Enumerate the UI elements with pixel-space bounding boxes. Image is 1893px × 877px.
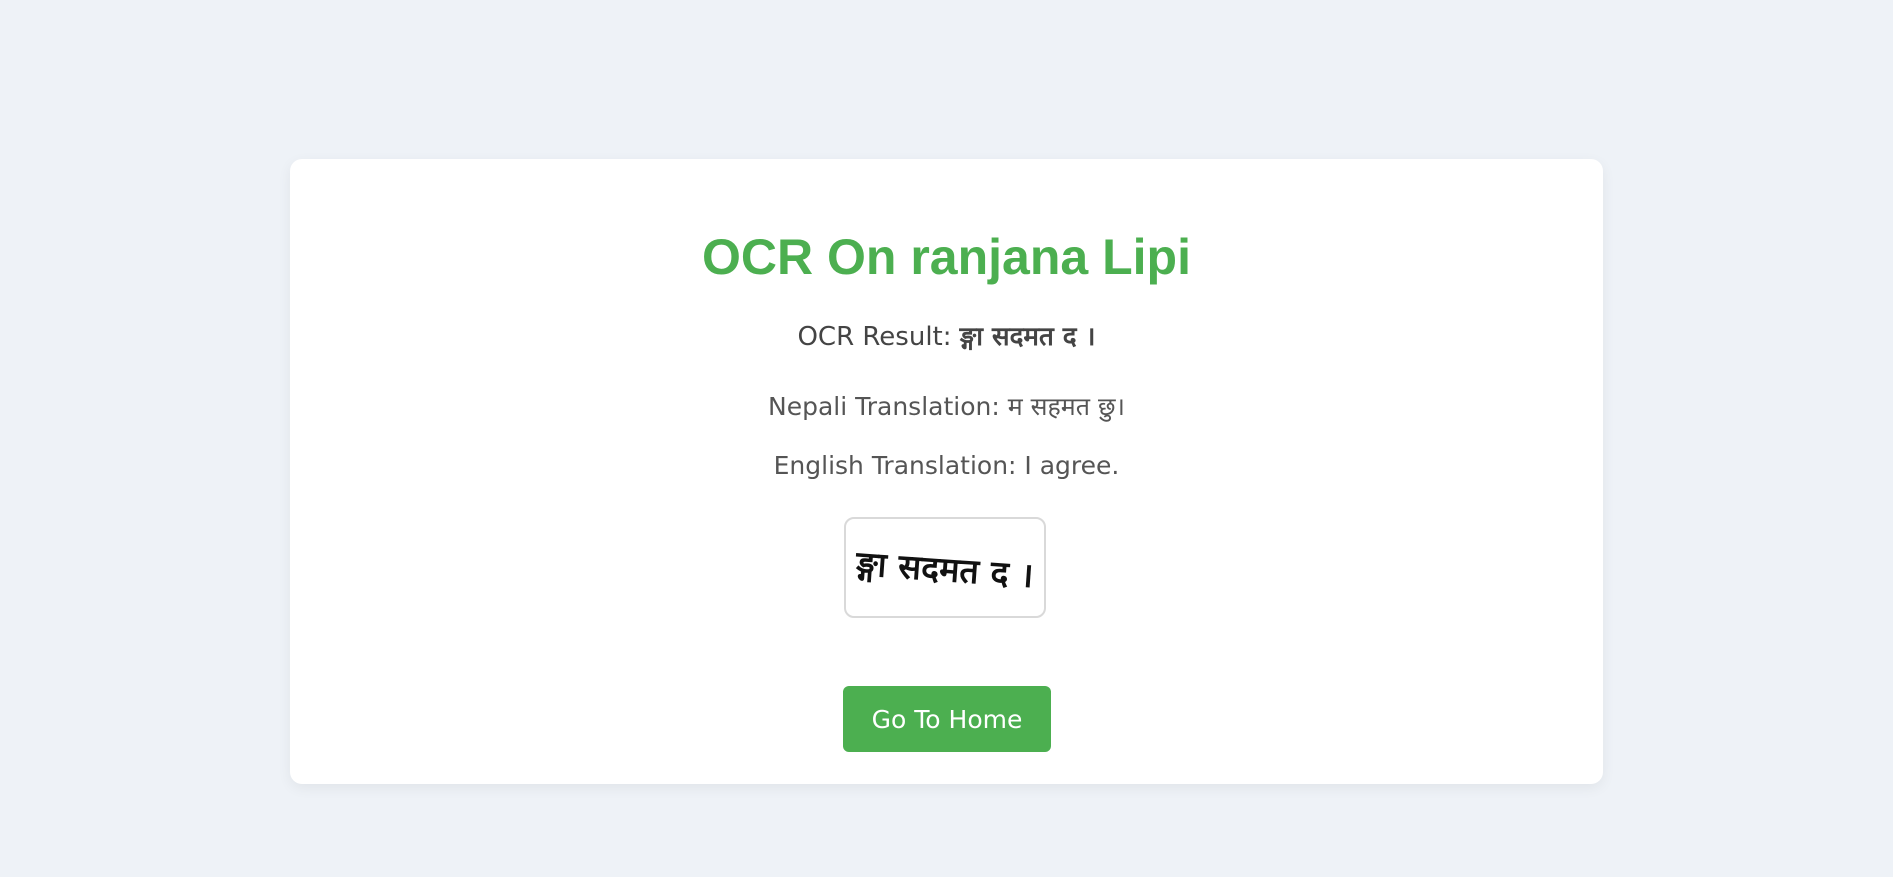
ocr-result-value: ङ्गा सदमत द । (959, 322, 1096, 352)
script-image-graphic: ङ्गा सदमत द । (854, 544, 1035, 596)
go-to-home-button[interactable]: Go To Home (843, 686, 1051, 752)
page-title: OCR On ranjana Lipi (702, 229, 1191, 285)
nepali-translation: Nepali Translation: म सहमत छु। (768, 392, 1125, 421)
script-image-text: ङ्गा सदमत द । (854, 544, 1035, 596)
ocr-result-label: OCR Result: (797, 322, 952, 352)
ocr-result: OCR Result: ङ्गा सदमत द । (290, 319, 1603, 355)
uploaded-script-image: ङ्गा सदमत द । (844, 517, 1046, 618)
result-card: OCR On ranjana Lipi OCR Result: ङ्गा सदम… (290, 159, 1603, 784)
english-translation: English Translation: I agree. (773, 451, 1120, 480)
